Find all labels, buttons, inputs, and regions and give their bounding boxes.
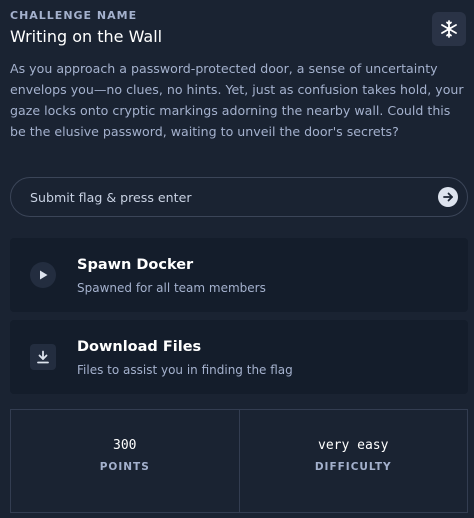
download-files-card[interactable]: Download Files Files to assist you in fi… <box>10 320 468 394</box>
submit-flag-button[interactable] <box>438 187 458 207</box>
points-value: 300 <box>113 438 137 453</box>
challenge-name-label: CHALLENGE NAME <box>10 9 138 22</box>
play-icon <box>40 270 48 280</box>
difficulty-stat: very easy DIFFICULTY <box>238 410 468 512</box>
category-badge <box>432 12 466 46</box>
download-files-subtitle: Files to assist you in finding the flag <box>77 363 293 377</box>
flag-field[interactable] <box>10 177 468 217</box>
challenge-panel: CHALLENGE NAME Writing on the Wall As yo… <box>0 0 474 518</box>
difficulty-label: DIFFICULTY <box>314 461 392 473</box>
points-stat: 300 POINTS <box>11 410 239 512</box>
download-files-button[interactable] <box>30 344 56 370</box>
spawn-docker-button[interactable] <box>30 262 56 288</box>
arrow-right-icon <box>443 192 453 202</box>
difficulty-value: very easy <box>318 438 389 453</box>
spawn-docker-title: Spawn Docker <box>77 257 194 273</box>
flag-input[interactable] <box>30 189 410 205</box>
download-icon <box>37 350 49 364</box>
spawn-docker-card[interactable]: Spawn Docker Spawned for all team member… <box>10 238 468 312</box>
challenge-stats: 300 POINTS very easy DIFFICULTY <box>10 409 468 513</box>
challenge-description: As you approach a password-protected doo… <box>10 61 464 139</box>
points-label: POINTS <box>99 461 150 473</box>
spawn-docker-subtitle: Spawned for all team members <box>77 281 266 295</box>
download-files-title: Download Files <box>77 339 202 355</box>
challenge-title: Writing on the Wall <box>10 27 163 46</box>
snowflake-icon <box>441 20 457 38</box>
